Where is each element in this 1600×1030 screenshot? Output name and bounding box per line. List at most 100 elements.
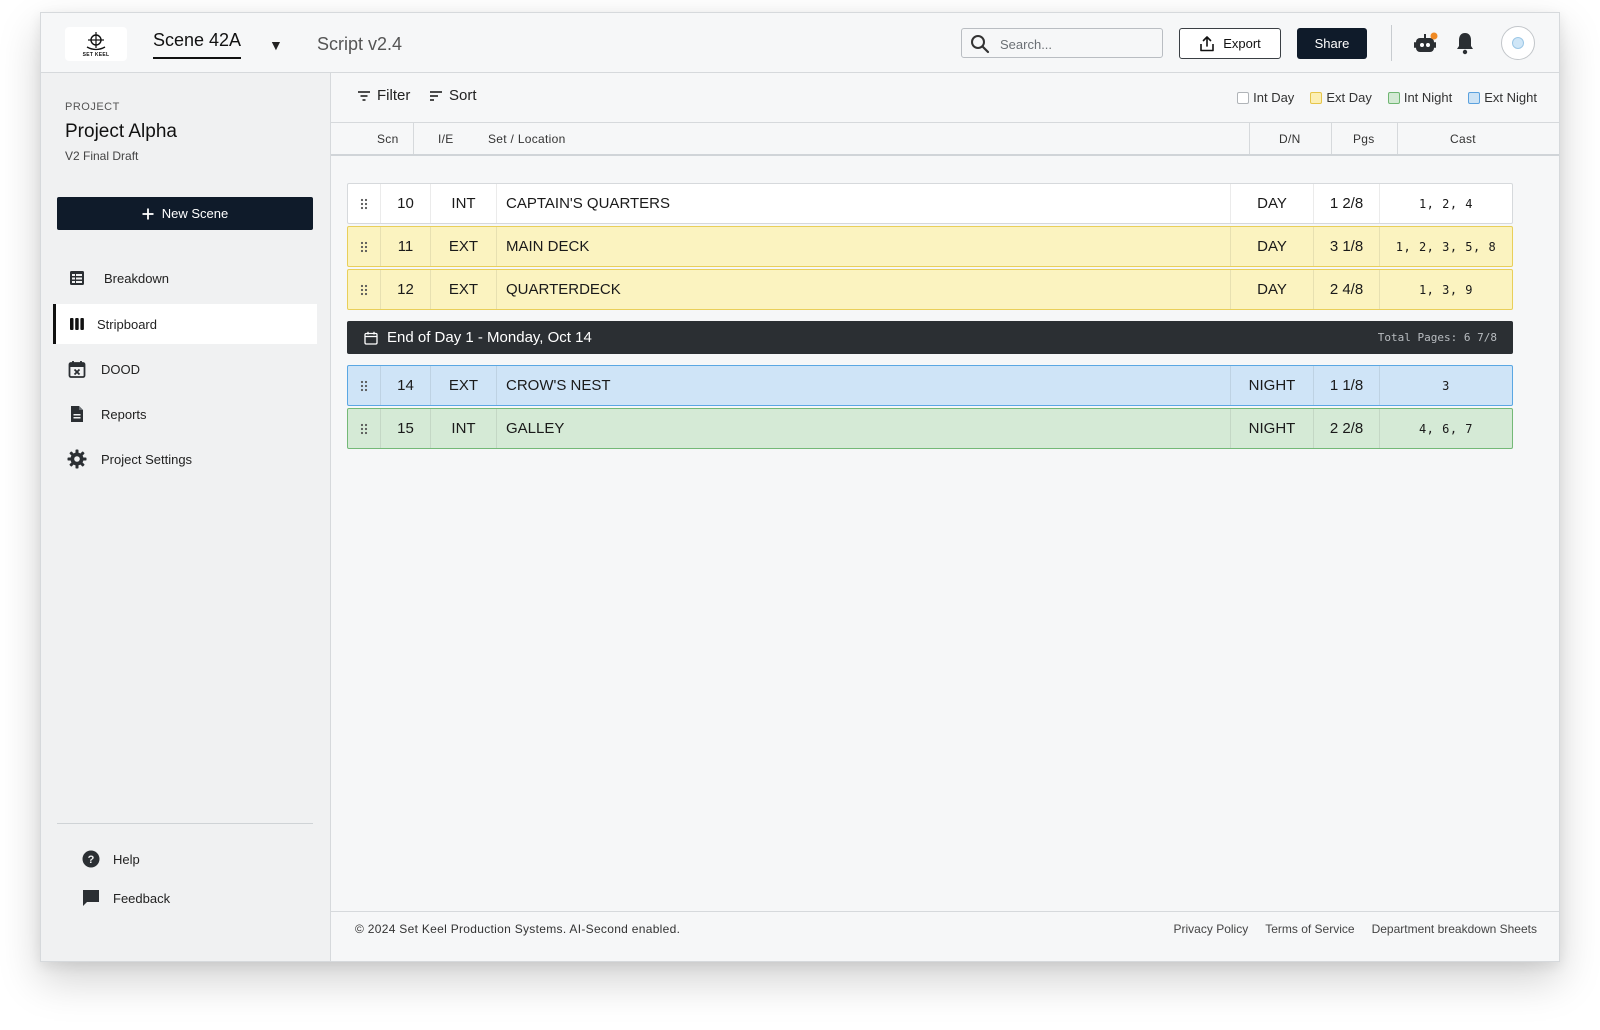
- filter-icon: [358, 90, 370, 101]
- legend-int-night: Int Night: [1387, 90, 1453, 105]
- document-icon: [67, 404, 87, 424]
- cast-ids: 3: [1442, 378, 1450, 393]
- privacy-policy-link[interactable]: Privacy Policy: [1174, 922, 1249, 936]
- script-version: Script v2.4: [317, 34, 403, 54]
- project-draft: V2 Final Draft: [65, 149, 139, 163]
- legend-label: Int Day: [1253, 90, 1295, 105]
- page-count: 2 2/8: [1314, 409, 1380, 448]
- logo-text: SET KEEL: [82, 51, 110, 58]
- column-header: Scn I/E Set / Location D/N Pgs Cast: [331, 123, 1559, 156]
- new-scene-label: New Scene: [161, 206, 229, 221]
- filter-label: Filter: [377, 87, 411, 104]
- upload-icon: [1200, 35, 1215, 51]
- sidebar-item-label: Reports: [101, 406, 147, 422]
- sort-button[interactable]: Sort: [429, 87, 477, 104]
- sidebar-item-label: Breakdown: [104, 270, 170, 286]
- sidebar-item-help[interactable]: ? Help: [81, 849, 140, 869]
- cast-ids: 1, 2, 3, 5, 8: [1395, 239, 1497, 254]
- legend-swatch: [1468, 91, 1481, 104]
- int-ext: INT: [431, 184, 497, 223]
- strip-row[interactable]: 15 INT GALLEY NIGHT 2 2/8 4, 6, 7: [347, 408, 1513, 449]
- sidebar-item-project-settings[interactable]: Project Settings: [53, 439, 317, 479]
- column-divider: [1249, 123, 1250, 154]
- cast-ids: 1, 2, 4: [1418, 196, 1474, 211]
- sidebar-divider: [57, 823, 313, 824]
- day-night: NIGHT: [1231, 366, 1314, 405]
- project-kicker: PROJECT: [65, 101, 120, 113]
- sort-icon: [430, 90, 442, 101]
- sidebar-item-stripboard[interactable]: Stripboard: [53, 304, 317, 344]
- set-location: CAPTAIN'S QUARTERS: [497, 184, 1231, 223]
- chevron-down-icon[interactable]: ▼: [269, 37, 283, 53]
- col-ie[interactable]: I/E: [438, 123, 454, 154]
- footer-links: Privacy Policy Terms of Service Departme…: [1174, 922, 1537, 936]
- assistant-bot-icon[interactable]: [1413, 31, 1439, 60]
- legend-ext-night: Ext Night: [1468, 90, 1537, 105]
- day-night: DAY: [1231, 227, 1314, 266]
- search-icon: [971, 35, 990, 54]
- calendar-icon: [364, 331, 378, 345]
- sidebar-item-reports[interactable]: Reports: [53, 394, 317, 434]
- page-count: 1 1/8: [1314, 366, 1380, 405]
- strip-row[interactable]: 10 INT CAPTAIN'S QUARTERS DAY 1 2/8 1, 2…: [347, 183, 1513, 224]
- int-ext: EXT: [431, 270, 497, 309]
- column-divider: [413, 123, 414, 154]
- strip-row[interactable]: 11 EXT MAIN DECK DAY 3 1/8 1, 2, 3, 5, 8: [347, 226, 1513, 267]
- col-scn[interactable]: Scn: [377, 123, 399, 154]
- ship-wheel-icon: [86, 31, 106, 50]
- svg-text:?: ?: [88, 854, 95, 866]
- strip-row[interactable]: 12 EXT QUARTERDECK DAY 2 4/8 1, 3, 9: [347, 269, 1513, 310]
- day-night: DAY: [1231, 184, 1314, 223]
- drag-handle-icon[interactable]: [348, 409, 381, 448]
- filter-button[interactable]: Filter: [357, 87, 410, 104]
- col-pgs[interactable]: Pgs: [1353, 123, 1375, 154]
- avatar-image: [1512, 37, 1524, 49]
- legend-swatch: [1237, 91, 1250, 104]
- help-label: Help: [113, 851, 140, 867]
- drag-handle-icon[interactable]: [348, 227, 381, 266]
- col-dn[interactable]: D/N: [1279, 123, 1301, 154]
- search-input[interactable]: [1000, 35, 1150, 53]
- strip-row[interactable]: 14 EXT CROW'S NEST NIGHT 1 1/8 3: [347, 365, 1513, 406]
- share-button[interactable]: Share: [1297, 28, 1367, 59]
- sidebar-item-dood[interactable]: DOOD: [53, 349, 317, 389]
- sidebar-item-feedback[interactable]: Feedback: [81, 888, 170, 908]
- legend-label: Int Night: [1403, 90, 1453, 105]
- drag-handle-icon[interactable]: [348, 366, 381, 405]
- sidebar-item-breakdown[interactable]: Breakdown: [53, 258, 317, 298]
- day-break-banner[interactable]: End of Day 1 - Monday, Oct 14 Total Page…: [347, 321, 1513, 354]
- int-ext: EXT: [431, 227, 497, 266]
- scene-selector[interactable]: Scene 42A: [153, 30, 242, 59]
- col-set[interactable]: Set / Location: [488, 123, 566, 154]
- scene-number: 11: [381, 227, 431, 266]
- sidebar-item-label: Stripboard: [97, 316, 157, 332]
- avatar[interactable]: [1501, 26, 1535, 60]
- int-ext: INT: [431, 409, 497, 448]
- feedback-label: Feedback: [113, 890, 171, 906]
- search-box[interactable]: [961, 28, 1163, 58]
- bell-icon[interactable]: [1455, 31, 1475, 60]
- new-scene-button[interactable]: New Scene: [57, 197, 313, 230]
- terms-of-service-link[interactable]: Terms of Service: [1265, 922, 1354, 936]
- day-total-pages: Total Pages: 6 7/8: [1377, 331, 1497, 344]
- help-icon: ?: [81, 849, 101, 869]
- gear-icon: [67, 449, 87, 469]
- legend-label: Ext Night: [1484, 90, 1537, 105]
- copyright-text: © 2024 Set Keel Production Systems. AI-S…: [355, 922, 681, 936]
- page-count: 2 4/8: [1314, 270, 1380, 309]
- department-breakdown-sheets-link[interactable]: Department breakdown Sheets: [1372, 922, 1537, 936]
- legend-label: Ext Day: [1326, 90, 1372, 105]
- day-break-label: End of Day 1 - Monday, Oct 14: [387, 329, 592, 346]
- col-cast[interactable]: Cast: [1450, 123, 1476, 154]
- app-logo[interactable]: SET KEEL: [65, 27, 127, 61]
- project-name: Project Alpha: [65, 121, 177, 142]
- legend-swatch: [1310, 91, 1323, 104]
- export-label: Export: [1223, 36, 1261, 51]
- export-button[interactable]: Export: [1179, 28, 1281, 59]
- plus-icon: [142, 208, 154, 219]
- drag-handle-icon[interactable]: [348, 184, 381, 223]
- drag-handle-icon[interactable]: [348, 270, 381, 309]
- toolbar-divider: [1391, 25, 1392, 61]
- sidebar-item-label: DOOD: [101, 361, 140, 377]
- sidebar: PROJECT Project Alpha V2 Final Draft New…: [41, 73, 331, 961]
